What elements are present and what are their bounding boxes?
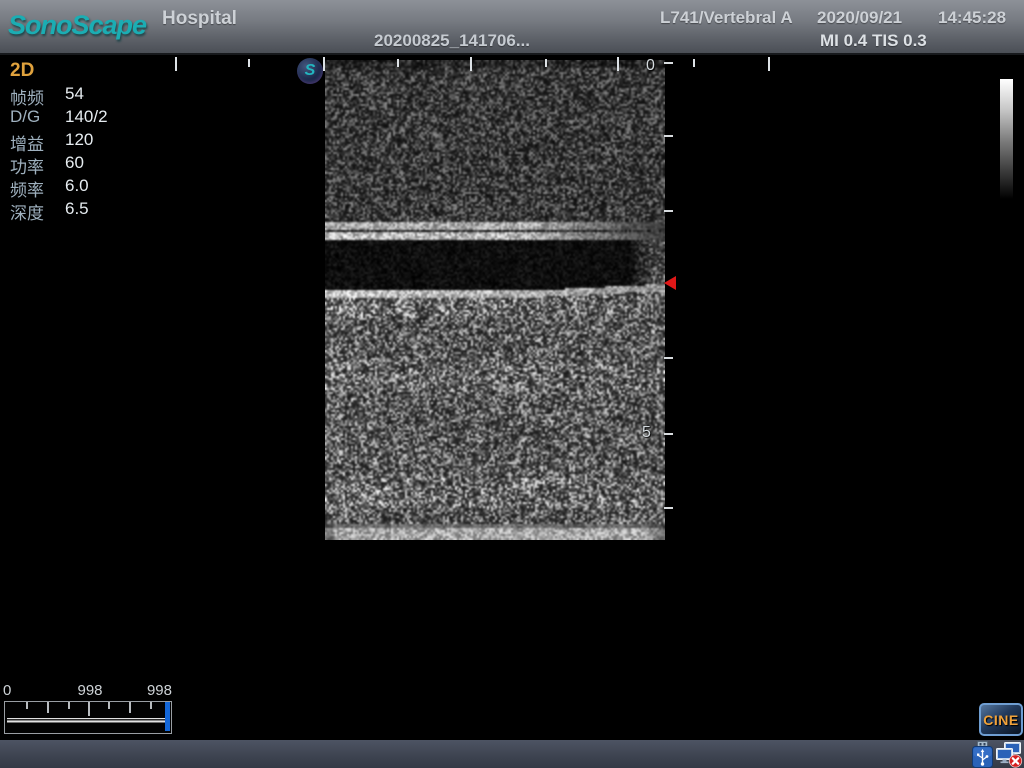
focus-position-marker[interactable] bbox=[664, 276, 676, 290]
cine-progress-line bbox=[7, 718, 167, 723]
cine-button[interactable]: CINE bbox=[979, 703, 1023, 736]
param-label: 增益 bbox=[10, 130, 44, 155]
depth-scale-0: 0 bbox=[646, 57, 655, 75]
param-label: D/G bbox=[10, 107, 40, 127]
cine-frame-start: 0 bbox=[3, 682, 11, 699]
sonoscape-logo: SonoScape bbox=[8, 10, 146, 41]
param-value: 6.5 bbox=[65, 199, 89, 219]
param-label: 功率 bbox=[10, 153, 44, 178]
cine-tick bbox=[129, 702, 131, 713]
ruler-tick bbox=[323, 57, 325, 71]
ruler-tick bbox=[545, 59, 547, 67]
title-bar: SonoScape Hospital L741/Vertebral A 2020… bbox=[0, 0, 1024, 55]
depth-tick bbox=[664, 62, 673, 64]
usb-icon[interactable] bbox=[972, 741, 993, 768]
cine-frame-end: 998 bbox=[133, 682, 172, 699]
study-id: 20200825_141706... bbox=[374, 31, 530, 51]
taskbar bbox=[0, 740, 1024, 768]
param-row-power: 功率 60 bbox=[0, 153, 200, 176]
param-row-frame-rate: 帧频 54 bbox=[0, 84, 200, 107]
cine-button-label: CINE bbox=[983, 712, 1018, 728]
system-date: 2020/09/21 bbox=[817, 8, 902, 28]
param-value: 140/2 bbox=[65, 107, 108, 127]
depth-tick bbox=[664, 135, 673, 137]
ruler-tick bbox=[397, 59, 399, 67]
param-label: 帧频 bbox=[10, 84, 44, 109]
cine-tick bbox=[108, 702, 110, 709]
system-time: 14:45:28 bbox=[938, 8, 1006, 28]
cine-tick bbox=[47, 702, 49, 713]
probe-preset: L741/Vertebral A bbox=[660, 8, 793, 28]
acoustic-output: MI 0.4 TIS 0.3 bbox=[820, 31, 927, 51]
ultrasound-image bbox=[325, 60, 665, 540]
depth-scale-5: 5 bbox=[642, 424, 651, 442]
param-label: 频率 bbox=[10, 176, 44, 201]
param-label: 深度 bbox=[10, 199, 44, 224]
ruler-tick bbox=[248, 59, 250, 67]
cine-position-marker[interactable] bbox=[165, 702, 170, 731]
ruler-tick bbox=[768, 57, 770, 71]
mode-indicator: 2D bbox=[10, 60, 34, 82]
param-row-dynamic-gain: D/G 140/2 bbox=[0, 107, 200, 130]
param-row-gain: 增益 120 bbox=[0, 130, 200, 153]
ruler-tick bbox=[617, 57, 619, 71]
hospital-name: Hospital bbox=[162, 8, 237, 30]
param-row-depth: 深度 6.5 bbox=[0, 199, 200, 222]
cine-tick bbox=[88, 702, 90, 716]
depth-tick bbox=[664, 210, 673, 212]
probe-orientation-icon: S bbox=[297, 58, 323, 84]
param-value: 54 bbox=[65, 84, 84, 104]
ruler-tick bbox=[470, 57, 472, 71]
badge-letter: S bbox=[305, 62, 316, 80]
network-disconnected-icon[interactable] bbox=[995, 741, 1023, 768]
cine-tick bbox=[150, 702, 152, 709]
param-value: 60 bbox=[65, 153, 84, 173]
cine-scrubber[interactable] bbox=[4, 701, 172, 734]
param-row-frequency: 频率 6.0 bbox=[0, 176, 200, 199]
param-value: 120 bbox=[65, 130, 93, 150]
ruler-tick bbox=[693, 59, 695, 67]
depth-tick bbox=[664, 507, 673, 509]
ruler-tick bbox=[175, 57, 177, 71]
depth-tick bbox=[664, 433, 673, 435]
cine-frame-mid: 998 bbox=[70, 682, 110, 699]
param-value: 6.0 bbox=[65, 176, 89, 196]
depth-tick bbox=[664, 357, 673, 359]
cine-tick bbox=[26, 702, 28, 709]
cine-tick bbox=[68, 702, 70, 709]
grayscale-map-bar bbox=[1000, 79, 1013, 199]
